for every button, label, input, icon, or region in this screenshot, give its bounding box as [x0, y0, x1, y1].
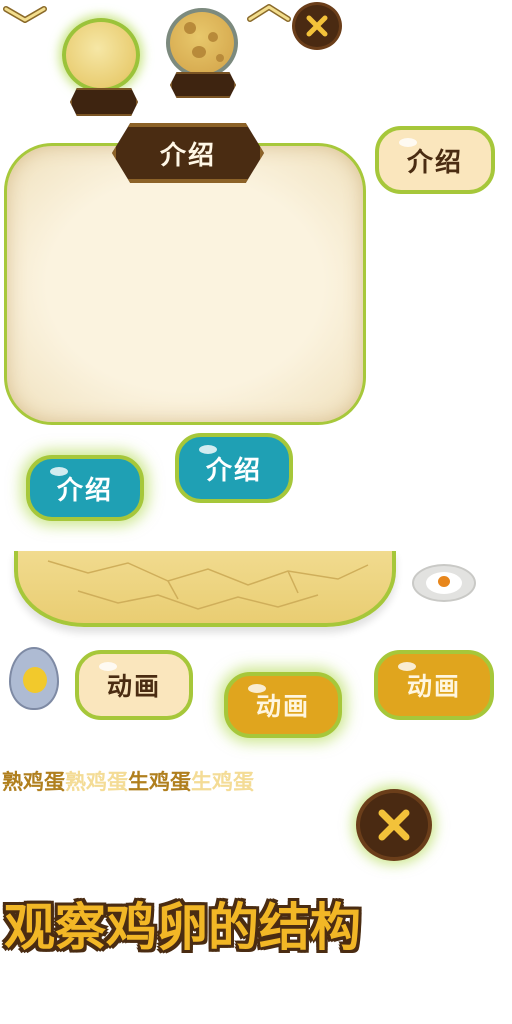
- intro-button-label: 介绍: [56, 475, 113, 506]
- intro-button-teal-active[interactable]: 介绍: [26, 455, 144, 521]
- animation-button-label: 动画: [255, 692, 310, 721]
- raw-egg-label-dim[interactable]: 生鸡蛋: [191, 766, 254, 796]
- intro-button-label: 介绍: [406, 147, 463, 178]
- button-highlight: [398, 662, 416, 671]
- intro-button-teal[interactable]: 介绍: [175, 433, 293, 503]
- animation-button-cream[interactable]: 动画: [75, 650, 193, 720]
- egg-base-plate: [70, 88, 138, 116]
- chevron-up-icon[interactable]: [246, 2, 292, 24]
- chevron-down-icon[interactable]: [2, 4, 48, 26]
- egg-yolk: [23, 667, 47, 693]
- fried-egg-plate[interactable]: [412, 564, 476, 602]
- button-highlight: [248, 684, 266, 693]
- close-icon: [306, 15, 328, 37]
- close-button-small[interactable]: [292, 2, 342, 50]
- close-icon: [378, 809, 410, 841]
- egg-label-row: 熟鸡蛋 熟鸡蛋 生鸡蛋 生鸡蛋: [2, 766, 254, 796]
- cooked-egg-label[interactable]: 熟鸡蛋: [2, 766, 65, 796]
- shell-crack-lines: [47, 560, 369, 610]
- intro-button-label: 介绍: [205, 455, 262, 486]
- button-highlight: [399, 138, 417, 147]
- panel-title: 介绍: [159, 140, 216, 171]
- animation-button-label: 动画: [106, 672, 161, 701]
- intro-button-cream[interactable]: 介绍: [375, 126, 495, 194]
- cooked-egg-label-dim[interactable]: 熟鸡蛋: [65, 766, 128, 796]
- cooked-egg-orb-selected[interactable]: [62, 18, 140, 92]
- button-highlight: [99, 662, 117, 671]
- button-highlight: [50, 467, 68, 476]
- cracked-shell-tray: [14, 551, 396, 627]
- egg-yolk: [438, 576, 450, 587]
- panel-title-plate: 介绍: [112, 123, 264, 183]
- intro-panel: [4, 143, 366, 425]
- animation-button-gold-active[interactable]: 动画: [224, 672, 342, 738]
- raw-egg-label[interactable]: 生鸡蛋: [128, 766, 191, 796]
- raw-egg-orb[interactable]: [166, 8, 238, 78]
- egg-base-plate: [170, 72, 236, 98]
- button-highlight: [199, 445, 217, 454]
- game-title: 观察鸡卵的结构: [4, 899, 362, 958]
- animation-button-gold[interactable]: 动画: [374, 650, 494, 720]
- boiled-egg-half[interactable]: [9, 647, 59, 710]
- close-button-large[interactable]: [356, 789, 432, 861]
- animation-button-label: 动画: [406, 672, 461, 701]
